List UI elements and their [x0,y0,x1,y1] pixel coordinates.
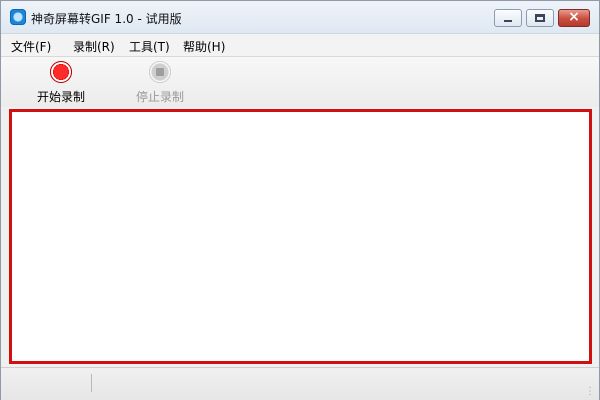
record-icon [50,61,72,83]
stop-icon [149,61,171,83]
status-bar: ⋮ [1,367,599,400]
stop-square [156,68,164,76]
stop-recording-button[interactable]: 停止录制 [124,61,196,105]
menu-help[interactable]: 帮助(H) [183,38,225,55]
capture-area[interactable] [9,109,592,364]
minimize-icon [504,20,512,22]
stop-recording-label: 停止录制 [135,90,184,104]
menu-file[interactable]: 文件(F) [11,38,51,55]
app-icon [10,9,26,25]
close-button[interactable]: × [558,9,590,27]
status-separator [91,374,92,392]
close-icon: × [568,9,580,25]
title-bar[interactable]: 神奇屏幕转GIF 1.0 - 试用版 × [1,1,599,34]
menu-record[interactable]: 录制(R) [73,38,115,55]
app-window: 神奇屏幕转GIF 1.0 - 试用版 × 文件(F) 录制(R) 工具(T) 帮… [0,0,600,400]
start-recording-label: 开始录制 [36,90,85,104]
start-recording-button[interactable]: 开始录制 [25,61,97,105]
resize-grip-icon[interactable]: ⋮ [585,387,595,397]
toolbar: 开始录制 停止录制 [1,57,599,107]
menu-bar: 文件(F) 录制(R) 工具(T) 帮助(H) [1,34,599,57]
menu-tools[interactable]: 工具(T) [129,38,170,55]
maximize-icon [535,14,545,22]
window-title: 神奇屏幕转GIF 1.0 - 试用版 [31,12,182,26]
minimize-button[interactable] [494,9,522,27]
maximize-button[interactable] [526,9,554,27]
